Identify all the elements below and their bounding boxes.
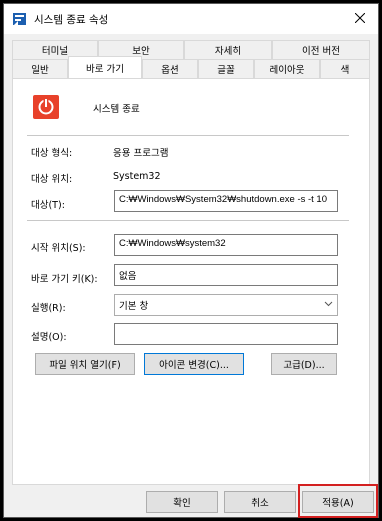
tab-options[interactable]: 옵션 bbox=[142, 59, 198, 78]
power-icon bbox=[33, 95, 63, 119]
target-type-value: 응용 프로그램 bbox=[113, 148, 169, 159]
run-label: 실행(R): bbox=[31, 303, 66, 314]
tab-color[interactable]: 색 bbox=[320, 59, 370, 78]
apply-highlight-box bbox=[298, 484, 378, 518]
comment-field[interactable] bbox=[114, 323, 338, 345]
target-label: 대상(T): bbox=[31, 200, 65, 211]
shortcut-key-field[interactable]: 없음 bbox=[114, 264, 338, 286]
tab-details[interactable]: 자세히 bbox=[184, 40, 272, 59]
properties-window: 시스템 종료 속성 터미널 보안 자세히 이전 버전 일반 바로 가기 옵션 글… bbox=[3, 3, 379, 518]
tab-layout[interactable]: 레이아웃 bbox=[254, 59, 320, 78]
divider bbox=[27, 135, 349, 136]
cancel-button[interactable]: 취소 bbox=[224, 491, 296, 513]
run-select-value: 기본 창 bbox=[119, 301, 149, 312]
target-location-value: System32 bbox=[113, 171, 161, 182]
window-title: 시스템 종료 속성 bbox=[34, 14, 109, 26]
chevron-down-icon bbox=[324, 300, 333, 311]
tab-strip: 터미널 보안 자세히 이전 버전 일반 바로 가기 옵션 글꼴 레이아웃 색 bbox=[12, 40, 372, 80]
close-button[interactable] bbox=[342, 4, 378, 34]
start-in-label: 시작 위치(S): bbox=[31, 243, 86, 254]
target-type-label: 대상 형식: bbox=[31, 148, 73, 159]
run-select[interactable]: 기본 창 bbox=[114, 294, 338, 316]
shortcut-name: 시스템 종료 bbox=[93, 104, 140, 115]
change-icon-button[interactable]: 아이콘 변경(C)... bbox=[144, 353, 244, 375]
comment-label: 설명(O): bbox=[31, 332, 67, 343]
divider bbox=[27, 220, 349, 221]
target-field[interactable]: C:₩Windows₩System32₩shutdown.exe -s -t 1… bbox=[114, 190, 338, 212]
tab-shortcut[interactable]: 바로 가기 bbox=[68, 56, 142, 78]
tab-previous-versions[interactable]: 이전 버전 bbox=[272, 40, 370, 59]
title-bar: 시스템 종료 속성 bbox=[4, 4, 378, 34]
tab-general[interactable]: 일반 bbox=[12, 59, 68, 78]
ok-button[interactable]: 확인 bbox=[146, 491, 218, 513]
target-location-label: 대상 위치: bbox=[31, 174, 73, 185]
open-file-location-button[interactable]: 파일 위치 열기(F) bbox=[35, 353, 135, 375]
advanced-button[interactable]: 고급(D)... bbox=[271, 353, 337, 375]
start-in-field[interactable]: C:₩Windows₩system32 bbox=[114, 234, 338, 256]
shortcut-app-icon bbox=[13, 12, 27, 26]
shortcut-key-label: 바로 가기 키(K): bbox=[31, 274, 98, 285]
shortcut-panel: 시스템 종료 대상 형식: 응용 프로그램 대상 위치: System32 대상… bbox=[12, 78, 370, 485]
tab-font[interactable]: 글꼴 bbox=[198, 59, 254, 78]
close-icon bbox=[354, 12, 366, 26]
